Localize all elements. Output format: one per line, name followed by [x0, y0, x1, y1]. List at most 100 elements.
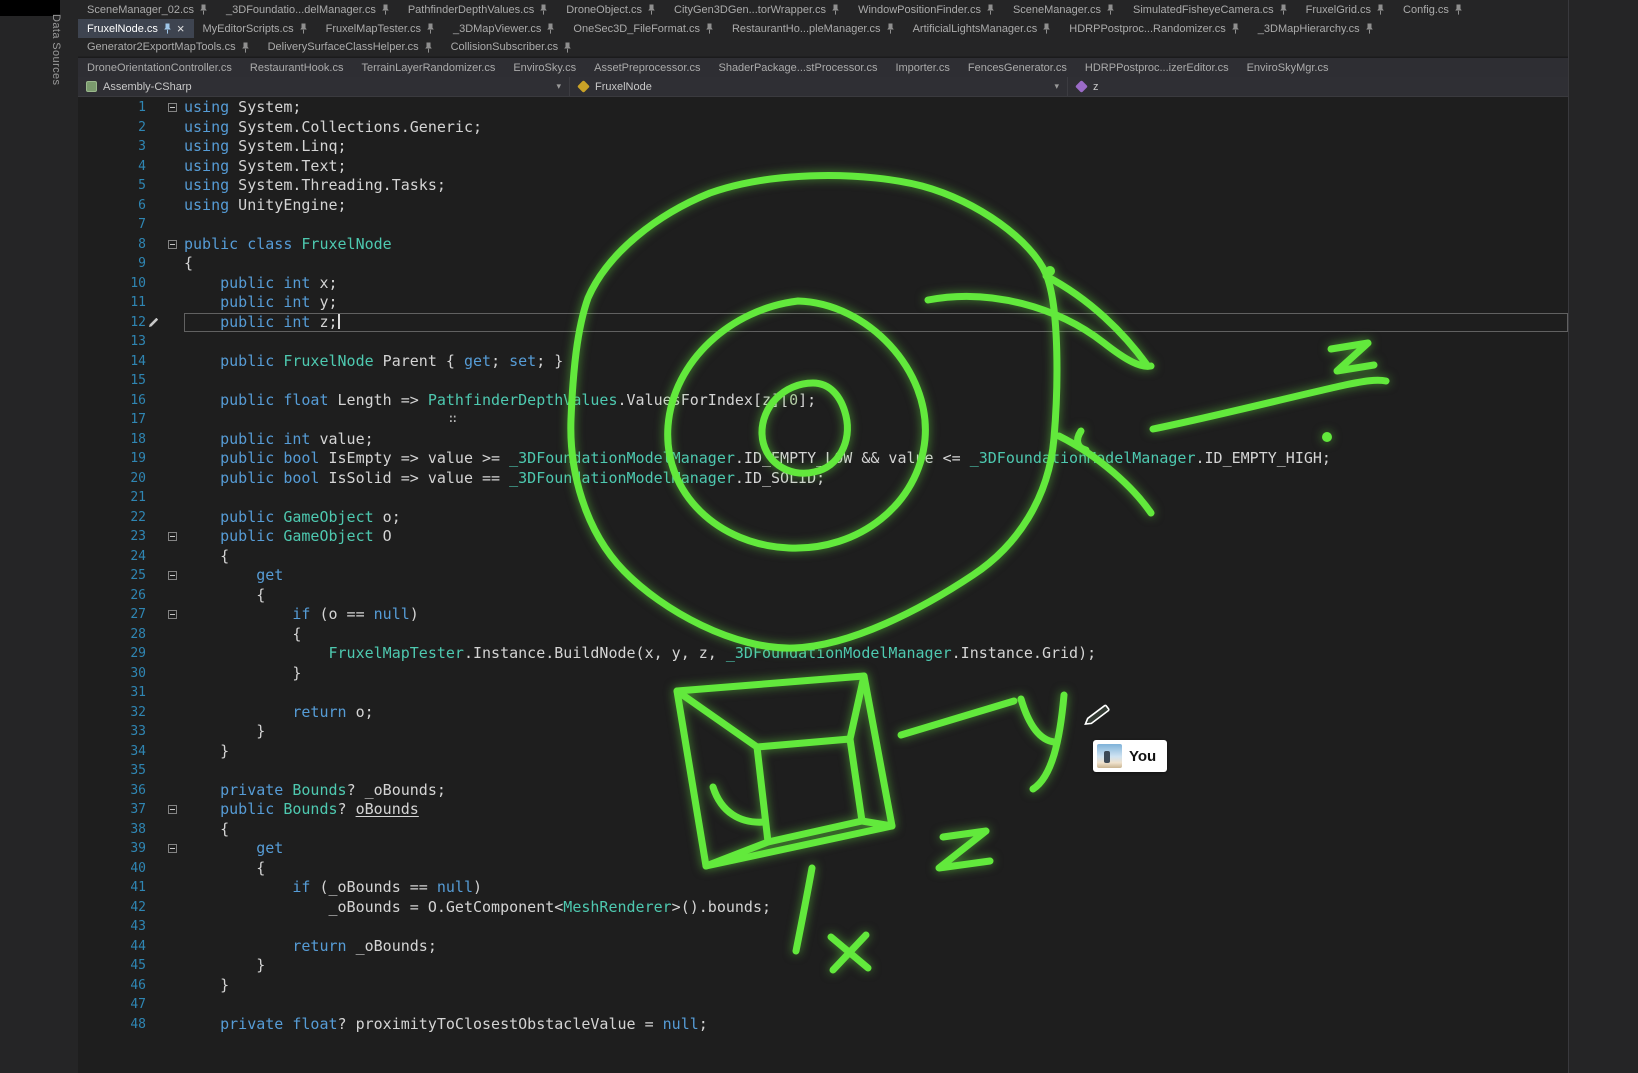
tab-PathfinderDepthValues.cs[interactable]: PathfinderDepthValues.cs: [399, 0, 557, 19]
tab-_3DFoundatio...delManager.cs[interactable]: _3DFoundatio...delManager.cs: [217, 0, 399, 19]
code-line-38[interactable]: 38 {: [78, 820, 1568, 840]
pin-icon[interactable]: [539, 4, 548, 15]
code-line-39[interactable]: 39 get: [78, 839, 1568, 859]
pin-icon[interactable]: [705, 23, 714, 34]
code-line-26[interactable]: 26 {: [78, 586, 1568, 606]
code-line-22[interactable]: 22 public GameObject o;: [78, 508, 1568, 528]
code-line-12[interactable]: 12 public int z;: [78, 313, 1568, 333]
tab-SimulatedFisheyeCamera.cs[interactable]: SimulatedFisheyeCamera.cs: [1124, 0, 1297, 19]
tab-OneSec3D_FileFormat.cs[interactable]: OneSec3D_FileFormat.cs: [564, 19, 723, 38]
tab-MyEditorScripts.cs[interactable]: MyEditorScripts.cs: [194, 19, 317, 38]
code-line-41[interactable]: 41 if (_oBounds == null): [78, 878, 1568, 898]
fold-marker[interactable]: [160, 844, 184, 853]
code-line-35[interactable]: 35: [78, 761, 1568, 781]
tab-DeliverySurfaceClassHelper.cs[interactable]: DeliverySurfaceClassHelper.cs: [259, 38, 442, 56]
code-line-48[interactable]: 48 private float? proximityToClosestObst…: [78, 1015, 1568, 1035]
code-line-1[interactable]: 1using System;: [78, 98, 1568, 118]
project-dropdown[interactable]: Assembly-CSharp ▾: [78, 77, 570, 96]
code-line-29[interactable]: 29 FruxelMapTester.Instance.BuildNode(x,…: [78, 644, 1568, 664]
pin-icon[interactable]: [381, 4, 390, 15]
code-line-44[interactable]: 44 return _oBounds;: [78, 937, 1568, 957]
code-line-25[interactable]: 25 get: [78, 566, 1568, 586]
code-line-32[interactable]: 32 return o;: [78, 703, 1568, 723]
code-line-11[interactable]: 11 public int y;: [78, 293, 1568, 313]
tab-AssetPreprocessor.cs[interactable]: AssetPreprocessor.cs: [585, 58, 709, 77]
tab-Generator2ExportMapTools.cs[interactable]: Generator2ExportMapTools.cs: [78, 38, 259, 56]
fold-marker[interactable]: [160, 610, 184, 619]
code-line-2[interactable]: 2using System.Collections.Generic;: [78, 118, 1568, 138]
tab-FruxelNode.cs[interactable]: FruxelNode.cs×: [78, 19, 194, 38]
code-line-17[interactable]: 17: [78, 410, 1568, 430]
tab-_3DMapHierarchy.cs[interactable]: _3DMapHierarchy.cs: [1249, 19, 1383, 38]
code-line-30[interactable]: 30 }: [78, 664, 1568, 684]
code-line-8[interactable]: 8public class FruxelNode: [78, 235, 1568, 255]
code-line-16[interactable]: 16 public float Length => PathfinderDept…: [78, 391, 1568, 411]
tab-FruxelMapTester.cs[interactable]: FruxelMapTester.cs: [317, 19, 444, 38]
scrollbar-region[interactable]: [1568, 0, 1638, 1073]
pin-icon[interactable]: [1106, 4, 1115, 15]
pin-icon[interactable]: [647, 4, 656, 15]
tab-HDRPPostproc...izerEditor.cs[interactable]: HDRPPostproc...izerEditor.cs: [1076, 58, 1238, 77]
code-line-5[interactable]: 5using System.Threading.Tasks;: [78, 176, 1568, 196]
code-line-40[interactable]: 40 {: [78, 859, 1568, 879]
pin-icon[interactable]: [831, 4, 840, 15]
code-line-27[interactable]: 27 if (o == null): [78, 605, 1568, 625]
pin-icon[interactable]: [163, 23, 172, 34]
pin-icon[interactable]: [1279, 4, 1288, 15]
pin-icon[interactable]: [1231, 23, 1240, 34]
code-line-15[interactable]: 15: [78, 371, 1568, 391]
tab-FruxelGrid.cs[interactable]: FruxelGrid.cs: [1297, 0, 1394, 19]
fold-marker[interactable]: [160, 532, 184, 541]
tab-Importer.cs[interactable]: Importer.cs: [886, 58, 958, 77]
code-line-18[interactable]: 18 public int value;: [78, 430, 1568, 450]
tab-DroneObject.cs[interactable]: DroneObject.cs: [557, 0, 665, 19]
code-line-31[interactable]: 31: [78, 683, 1568, 703]
close-icon[interactable]: ×: [177, 22, 185, 35]
code-line-28[interactable]: 28 {: [78, 625, 1568, 645]
pin-icon[interactable]: [199, 4, 208, 15]
code-line-14[interactable]: 14 public FruxelNode Parent { get; set; …: [78, 352, 1568, 372]
code-line-47[interactable]: 47: [78, 995, 1568, 1015]
pin-icon[interactable]: [1042, 23, 1051, 34]
fold-marker[interactable]: [160, 240, 184, 249]
code-line-7[interactable]: 7: [78, 215, 1568, 235]
fold-marker[interactable]: [160, 805, 184, 814]
tab-EnviroSky.cs[interactable]: EnviroSky.cs: [504, 58, 585, 77]
fold-marker[interactable]: [160, 571, 184, 580]
pin-icon[interactable]: [426, 23, 435, 34]
tab-TerrainLayerRandomizer.cs[interactable]: TerrainLayerRandomizer.cs: [352, 58, 504, 77]
pin-icon[interactable]: [886, 23, 895, 34]
tab-_3DMapViewer.cs[interactable]: _3DMapViewer.cs: [444, 19, 564, 38]
code-line-45[interactable]: 45 }: [78, 956, 1568, 976]
pin-icon[interactable]: [1365, 23, 1374, 34]
fold-marker[interactable]: [160, 103, 184, 112]
code-line-46[interactable]: 46 }: [78, 976, 1568, 996]
pin-icon[interactable]: [1454, 4, 1463, 15]
data-sources-vertical-tab[interactable]: Data Sources: [50, 14, 62, 85]
code-line-37[interactable]: 37 public Bounds? oBounds: [78, 800, 1568, 820]
pin-icon[interactable]: [241, 42, 250, 53]
pin-icon[interactable]: [424, 42, 433, 53]
pin-icon[interactable]: [563, 42, 572, 53]
code-editor[interactable]: 1using System;2using System.Collections.…: [78, 97, 1568, 1073]
code-line-4[interactable]: 4using System.Text;: [78, 157, 1568, 177]
code-line-23[interactable]: 23 public GameObject O: [78, 527, 1568, 547]
tab-SceneManager.cs[interactable]: SceneManager.cs: [1004, 0, 1124, 19]
tab-ShaderPackage...stProcessor.cs[interactable]: ShaderPackage...stProcessor.cs: [709, 58, 886, 77]
tab-CollisionSubscriber.cs[interactable]: CollisionSubscriber.cs: [442, 38, 582, 56]
pin-icon[interactable]: [546, 23, 555, 34]
code-line-9[interactable]: 9{: [78, 254, 1568, 274]
code-line-36[interactable]: 36 private Bounds? _oBounds;: [78, 781, 1568, 801]
code-line-13[interactable]: 13: [78, 332, 1568, 352]
pin-icon[interactable]: [299, 23, 308, 34]
pin-icon[interactable]: [986, 4, 995, 15]
tab-HDRPPostproc...Randomizer.cs[interactable]: HDRPPostproc...Randomizer.cs: [1060, 19, 1249, 38]
tab-ArtificialLightsManager.cs[interactable]: ArtificialLightsManager.cs: [904, 19, 1061, 38]
tab-FencesGenerator.cs[interactable]: FencesGenerator.cs: [959, 58, 1076, 77]
tab-SceneManager_02.cs[interactable]: SceneManager_02.cs: [78, 0, 217, 19]
code-line-3[interactable]: 3using System.Linq;: [78, 137, 1568, 157]
code-line-43[interactable]: 43: [78, 917, 1568, 937]
code-line-34[interactable]: 34 }: [78, 742, 1568, 762]
code-line-33[interactable]: 33 }: [78, 722, 1568, 742]
tab-CityGen3DGen...torWrapper.cs[interactable]: CityGen3DGen...torWrapper.cs: [665, 0, 849, 19]
